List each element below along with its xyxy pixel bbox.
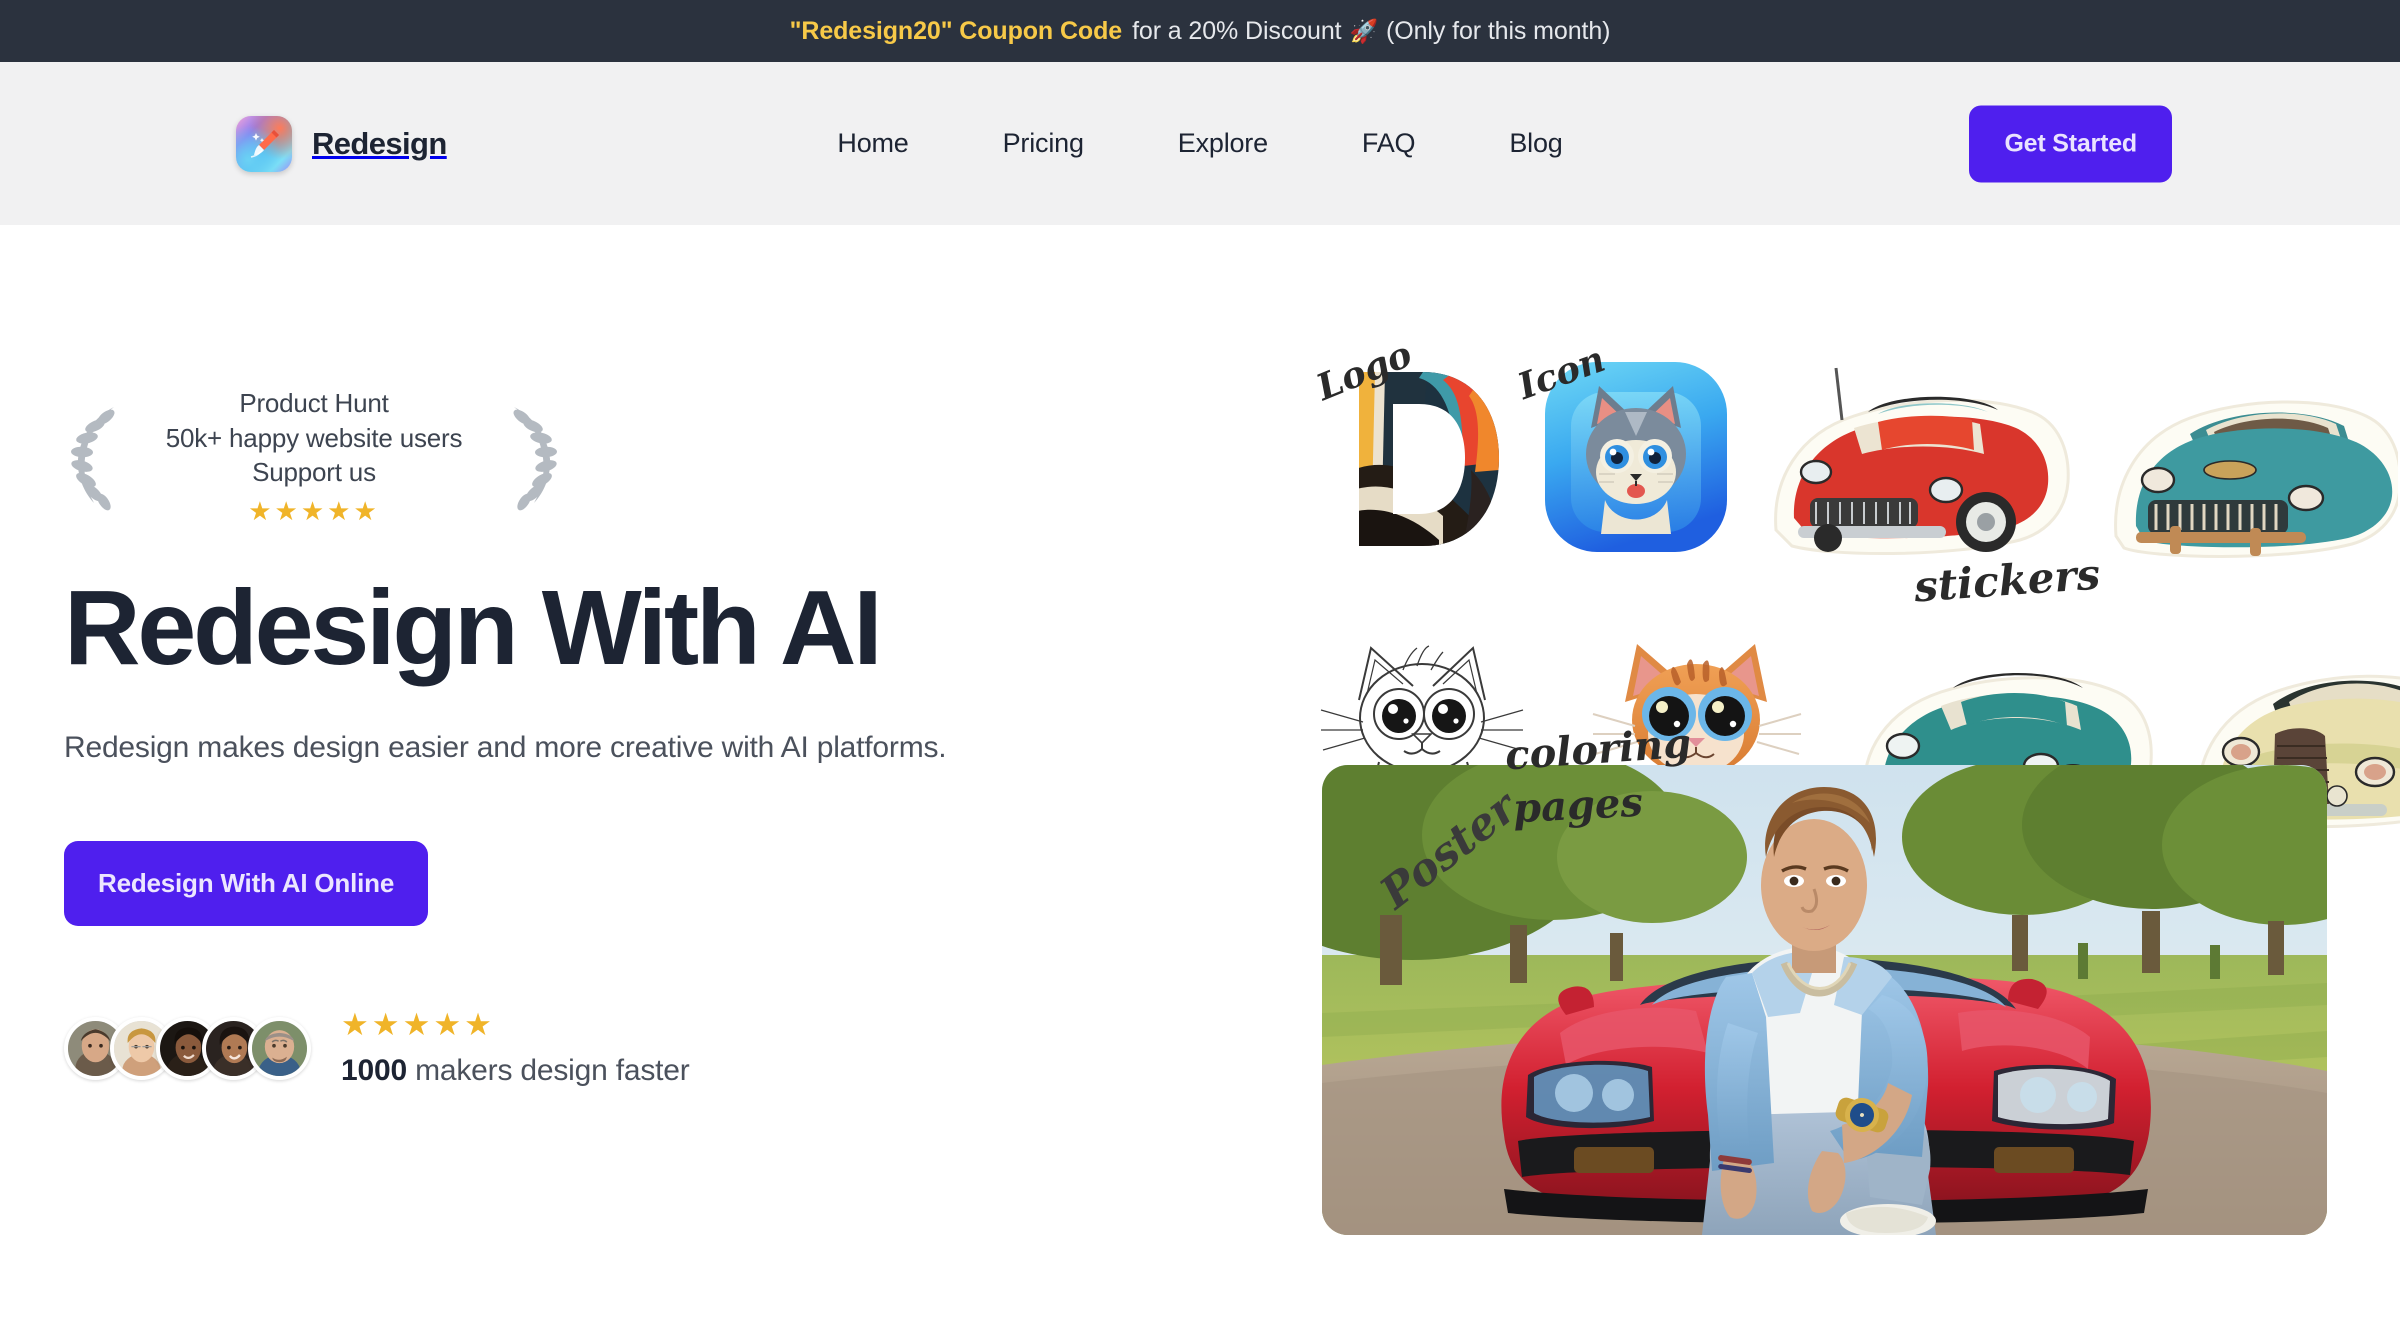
nav-item-home[interactable]: Home [790,128,955,159]
discount-text: for a 20% Discount [1132,16,1342,45]
laurel-wreath-left-icon [71,407,115,511]
makers-count-line: 1000 makers design faster [341,1054,690,1088]
hero-content: Product Hunt 50k+ happy website users Su… [0,225,1305,1322]
social-proof: ★★★★★ 1000 makers design faster [64,1009,1305,1088]
product-hunt-badge[interactable]: Product Hunt 50k+ happy website users Su… [64,386,564,527]
icon-sample-cat-app-icon[interactable]: Icon [1512,338,1738,565]
nav-item-pricing[interactable]: Pricing [956,128,1131,159]
social-star-rating: ★★★★★ [341,1006,495,1042]
laurel-wreath-right-icon [513,407,557,511]
page-title: Redesign With AI [64,568,883,687]
redesign-online-button[interactable]: Redesign With AI Online [64,840,429,926]
brand-name: Redesign [312,125,447,161]
poster-sample-man-red-car[interactable]: Poster [1322,765,2327,1235]
avatar-group [64,1016,311,1080]
site-header: Redesign Home Pricing Explore FAQ Blog G… [0,62,2400,225]
hero-subheading: Redesign makes design easier and more cr… [64,731,947,765]
badge-star-rating: ★★★★★ [248,495,380,526]
hero-gallery: Logo Icon stickers coloring pages Poster [1305,225,2400,1322]
makers-count: 1000 [341,1053,407,1087]
coupon-code-text: "Redesign20" Coupon Code [789,16,1123,45]
rocket-icon: 🚀 [1349,17,1379,44]
makers-caption: makers design faster [415,1053,690,1087]
nav-item-faq[interactable]: FAQ [1315,128,1462,159]
get-started-button[interactable]: Get Started [1969,105,2172,182]
avatar [248,1016,311,1080]
logo-sample-letter-d[interactable]: Logo [1311,333,1513,565]
paintbrush-app-icon [236,115,292,172]
badge-line-title: Product Hunt [239,388,389,418]
announcement-banner: "Redesign20" Coupon Code for a 20% Disco… [0,0,2400,62]
pages-tag-label: pages [1511,778,1644,833]
hero-section: Product Hunt 50k+ happy website users Su… [0,225,2400,1322]
badge-line-support: Support us [252,457,376,488]
badge-line-users: 50k+ happy website users [165,422,463,453]
nav-item-explore[interactable]: Explore [1131,128,1315,159]
banner-note-text: (Only for this month) [1386,16,1611,45]
product-hunt-text: Product Hunt 50k+ happy website users Su… [128,386,500,527]
gallery-row-top: Logo Icon stickers [1311,333,2398,611]
paintbrush-icon [250,129,279,158]
brand-logo-link[interactable]: Redesign [236,115,447,172]
social-proof-text: ★★★★★ 1000 makers design faster [341,1009,690,1088]
nav-item-blog[interactable]: Blog [1462,128,1609,159]
stickers-sample-classic-cars[interactable]: stickers [1758,350,2398,611]
